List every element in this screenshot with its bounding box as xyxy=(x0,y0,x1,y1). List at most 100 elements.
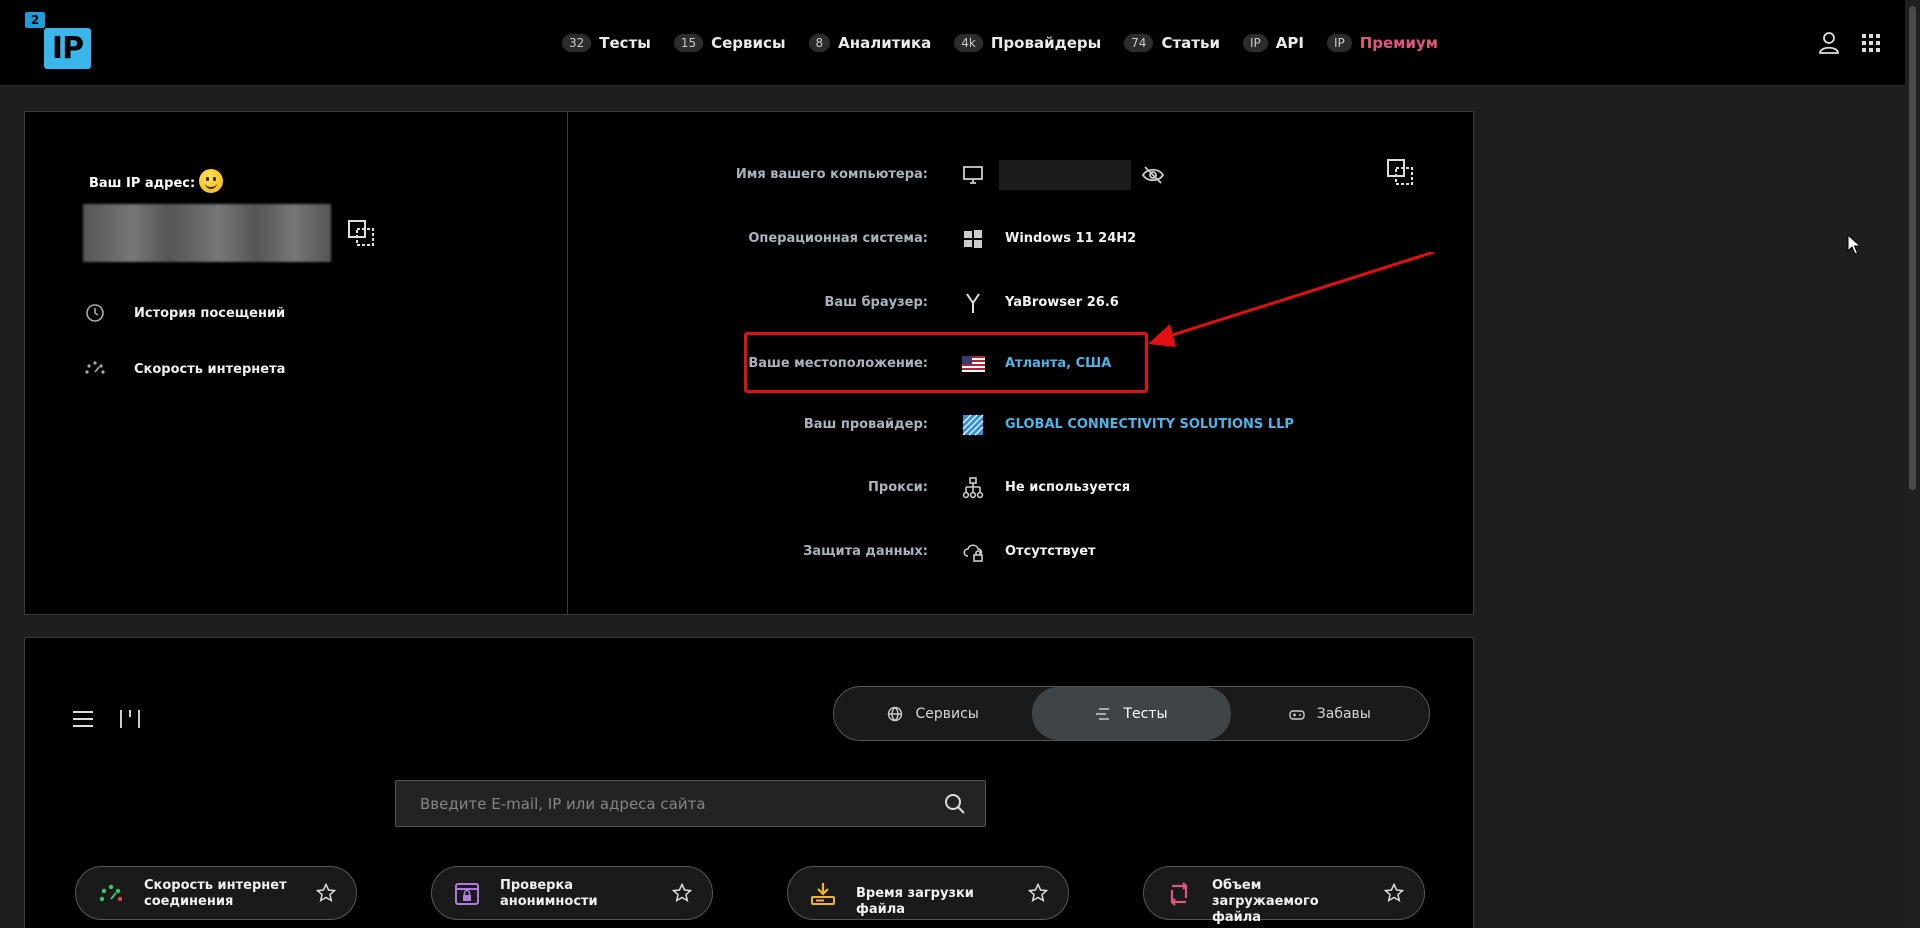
search-icon[interactable] xyxy=(944,793,966,815)
nav-providers[interactable]: 4k Провайдеры xyxy=(954,34,1101,52)
nav-label: API xyxy=(1275,34,1304,52)
info-value: YaBrowser 26.6 xyxy=(1005,295,1119,310)
tab-services[interactable]: Сервисы xyxy=(834,687,1032,740)
logo-text: IP xyxy=(44,28,91,69)
red-arrow-annotation xyxy=(1148,252,1435,347)
star-icon[interactable] xyxy=(672,883,692,903)
star-icon[interactable] xyxy=(316,883,336,903)
tool-card-speed[interactable]: Скорость интернет соединения xyxy=(75,866,357,920)
nav-label: Аналитика xyxy=(838,34,932,52)
info-row-provider: Ваш провайдер: GLOBAL CONNECTIVITY SOLUT… xyxy=(568,410,1475,440)
info-label: Ваш браузер: xyxy=(824,295,928,310)
location-highlight-box xyxy=(744,332,1148,393)
globe-icon xyxy=(888,706,903,721)
nav-label: Тесты xyxy=(599,34,651,52)
file-size-icon xyxy=(1170,882,1188,906)
nav-services[interactable]: 15 Сервисы xyxy=(673,34,786,52)
nav-analytics[interactable]: 8 Аналитика xyxy=(808,34,932,52)
smiley-icon xyxy=(199,169,223,193)
search-input[interactable] xyxy=(396,781,936,826)
nav-count: 74 xyxy=(1124,34,1154,52)
main-nav: 32 Тесты 15 Сервисы 8 Аналитика 4k Прова… xyxy=(562,31,1461,55)
search-box xyxy=(395,780,986,827)
tools-panel: Сервисы Тесты Забавы Введите E-mail, IP … xyxy=(24,637,1474,928)
columns-view-icon[interactable] xyxy=(118,708,142,730)
info-label: Защита данных: xyxy=(803,544,928,559)
info-value: Не используется xyxy=(1005,480,1131,495)
menu-icon[interactable] xyxy=(72,709,94,729)
tab-fun[interactable]: Забавы xyxy=(1231,687,1429,740)
apps-grid-icon[interactable] xyxy=(1860,31,1882,55)
download-icon xyxy=(811,883,835,905)
tool-card-label: Объем загружаемого файла xyxy=(1212,878,1319,925)
copy-icon[interactable] xyxy=(347,219,375,247)
nav-count: IP xyxy=(1242,34,1268,52)
nav-label: Премиум xyxy=(1359,34,1438,52)
tab-tests[interactable]: Тесты xyxy=(1032,687,1231,740)
top-header: 2 IP 32 Тесты 15 Сервисы 8 Аналитика 4k … xyxy=(0,0,1905,86)
ip-address-panel: Ваш IP адрес: История посещений Скорость… xyxy=(24,111,568,615)
nav-premium[interactable]: IP Премиум xyxy=(1326,34,1438,52)
ip-label: Ваш IP адрес: xyxy=(89,176,196,191)
nav-tests[interactable]: 32 Тесты xyxy=(562,34,651,52)
yandex-browser-icon xyxy=(966,293,980,313)
page-scrollbar[interactable] xyxy=(1905,0,1920,928)
provider-logo-icon xyxy=(962,414,984,436)
visit-history-label: История посещений xyxy=(134,305,286,321)
tab-label: Тесты xyxy=(1123,705,1168,722)
tab-label: Забавы xyxy=(1316,705,1371,722)
nav-label: Статьи xyxy=(1161,34,1220,52)
info-label: Операционная система: xyxy=(748,231,928,246)
info-value: Windows 11 24H2 xyxy=(1005,231,1137,246)
internet-speed-label: Скорость интернета xyxy=(134,361,286,377)
info-row-data-protection: Защита данных: Отсутствует xyxy=(568,537,1475,567)
tool-card-anonymity[interactable]: Проверка анонимности xyxy=(431,866,713,920)
star-icon[interactable] xyxy=(1028,883,1048,903)
tool-card-download-time[interactable]: Время загрузки файла xyxy=(787,866,1069,920)
info-row-os: Операционная система: Windows 11 24H2 xyxy=(568,224,1475,254)
speed-icon xyxy=(85,361,105,374)
tool-card-label: Время загрузки файла xyxy=(856,886,974,917)
computer-name-blurred xyxy=(999,160,1131,190)
user-icon[interactable] xyxy=(1818,31,1840,55)
mouse-cursor-icon xyxy=(1847,234,1861,255)
connection-info-panel: Имя вашего компьютера: Операционная сист… xyxy=(567,111,1474,615)
eye-off-icon[interactable] xyxy=(1141,164,1165,186)
info-label: Имя вашего компьютера: xyxy=(735,167,928,182)
list-icon xyxy=(1096,707,1110,720)
history-icon xyxy=(86,304,104,322)
nav-articles[interactable]: 74 Статьи xyxy=(1124,34,1220,52)
ip-address-value-blurred xyxy=(83,204,331,262)
tool-card-label: Скорость интернет соединения xyxy=(144,878,287,909)
gamepad-icon xyxy=(1289,709,1305,720)
info-value: Отсутствует xyxy=(1005,544,1096,559)
nav-api[interactable]: IP API xyxy=(1242,34,1304,52)
info-row-computer-name: Имя вашего компьютера: xyxy=(568,160,1475,190)
info-label: Ваш провайдер: xyxy=(803,417,928,432)
nav-count: 8 xyxy=(808,34,831,52)
speedometer-icon xyxy=(99,884,123,902)
nav-label: Провайдеры xyxy=(990,34,1102,52)
scrollbar-thumb[interactable] xyxy=(1909,6,1916,490)
nav-label: Сервисы xyxy=(711,34,786,52)
info-label: Прокси: xyxy=(868,480,928,495)
site-logo[interactable]: 2 IP xyxy=(25,12,93,70)
cloud-lock-icon xyxy=(963,544,983,562)
provider-link[interactable]: GLOBAL CONNECTIVITY SOLUTIONS LLP xyxy=(1005,417,1294,432)
internet-speed-link[interactable]: Скорость интернета xyxy=(84,358,285,380)
category-tabs: Сервисы Тесты Забавы xyxy=(833,686,1430,741)
tab-label: Сервисы xyxy=(915,705,979,722)
nav-count: 4k xyxy=(954,34,983,52)
nav-count: IP xyxy=(1326,34,1352,52)
windows-icon xyxy=(964,230,982,248)
anonymity-icon xyxy=(455,883,479,905)
info-row-proxy: Прокси: Не используется xyxy=(568,473,1475,503)
tool-card-label: Проверка анонимности xyxy=(500,878,598,909)
star-icon[interactable] xyxy=(1384,883,1404,903)
nav-count: 15 xyxy=(673,34,704,52)
tool-card-file-size[interactable]: Объем загружаемого файла xyxy=(1143,866,1425,925)
visit-history-link[interactable]: История посещений xyxy=(84,302,285,324)
logo-badge: 2 xyxy=(25,12,45,28)
nav-count: 32 xyxy=(562,34,592,52)
network-tree-icon xyxy=(962,477,984,499)
